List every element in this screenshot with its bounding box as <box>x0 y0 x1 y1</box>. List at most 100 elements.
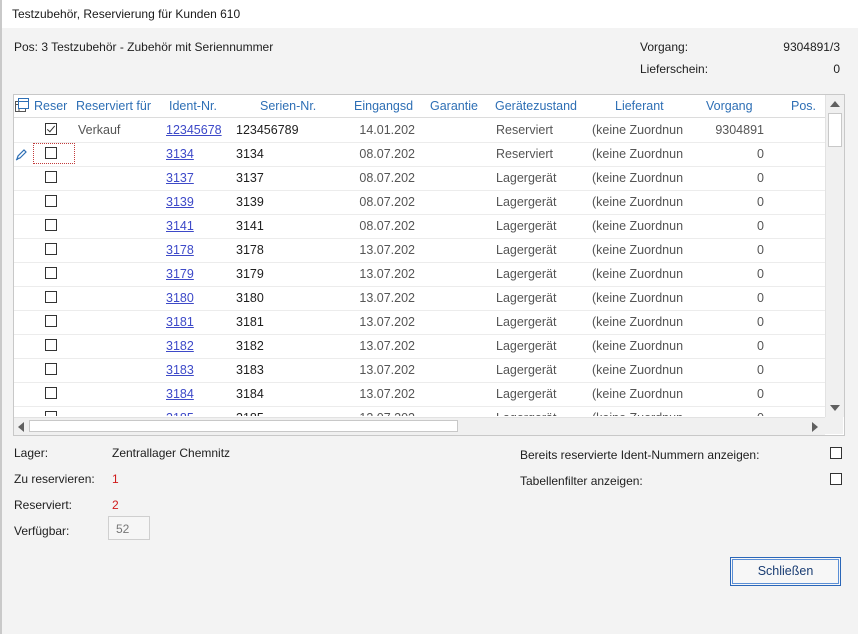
horizontal-scrollbar[interactable] <box>14 417 825 435</box>
lieferant-cell: (keine Zuordnun <box>592 123 684 137</box>
show-filter-label: Tabellenfilter anzeigen: <box>520 474 643 488</box>
col-header-garantie[interactable]: Garantie <box>430 99 478 113</box>
ident-nr-link[interactable]: 3178 <box>166 243 246 257</box>
show-filter-checkbox[interactable] <box>830 473 842 485</box>
serien-nr-cell: 3178 <box>236 243 264 257</box>
col-header-lieferant[interactable]: Lieferant <box>615 99 664 113</box>
serial-number-grid[interactable]: Reser Reserviert für Ident-Nr. Serien-Nr… <box>13 94 845 436</box>
scroll-right-icon[interactable] <box>812 422 818 432</box>
reserve-checkbox[interactable] <box>45 339 57 351</box>
vorgang-label: Vorgang: <box>640 40 689 54</box>
eingangsdatum-cell: 13.07.202 <box>359 363 415 377</box>
vorgang-cell: 0 <box>757 339 764 353</box>
vorgang-cell: 0 <box>757 219 764 233</box>
geraetezustand-cell: Lagergerät <box>496 243 557 257</box>
lieferant-cell: (keine Zuordnun <box>592 219 684 233</box>
ident-nr-link[interactable]: 3134 <box>166 147 246 161</box>
zu-reservieren-value: 1 <box>112 472 119 486</box>
ident-nr-link[interactable]: 3179 <box>166 267 246 281</box>
vorgang-cell: 0 <box>757 171 764 185</box>
ident-nr-link[interactable]: 3182 <box>166 339 246 353</box>
eingangsdatum-cell: 14.01.202 <box>359 123 415 137</box>
serien-nr-cell: 3181 <box>236 315 264 329</box>
geraetezustand-cell: Lagergerät <box>496 315 557 329</box>
scroll-down-icon[interactable] <box>830 405 840 411</box>
zu-reservieren-label: Zu reservieren: <box>14 472 95 486</box>
table-row[interactable]: 3139 3139 08.07.202 Lagergerät (keine Zuordn… <box>14 190 825 215</box>
ident-nr-link[interactable]: 12345678 <box>166 123 246 137</box>
lager-value: Zentrallager Chemnitz <box>112 446 231 460</box>
col-header-pos[interactable]: Pos. <box>791 99 816 113</box>
reserviert-value: 2 <box>112 498 119 512</box>
reserve-checkbox[interactable] <box>45 123 57 135</box>
geraetezustand-cell: Lagergerät <box>496 195 557 209</box>
close-button[interactable]: Schließen <box>730 557 841 586</box>
table-row[interactable]: 3141 3141 08.07.202 Lagergerät (keine Zuordn… <box>14 214 825 239</box>
reserve-checkbox[interactable] <box>45 291 57 303</box>
col-header-reserviert-fuer[interactable]: Reserviert für <box>76 99 151 113</box>
table-row[interactable]: 3183 3183 13.07.202 Lagergerät (keine Zuordn… <box>14 358 825 383</box>
serien-nr-cell: 3141 <box>236 219 264 233</box>
col-header-ident-nr[interactable]: Ident-Nr. <box>169 99 217 113</box>
table-row[interactable]: 3184 3184 13.07.202 Lagergerät (keine Zuordn… <box>14 382 825 407</box>
reserve-checkbox[interactable] <box>45 147 57 159</box>
ident-nr-link[interactable]: 3185 <box>166 411 246 416</box>
reserve-checkbox[interactable] <box>45 267 57 279</box>
table-row[interactable]: 3137 3137 08.07.202 Lagergerät (keine Zuordn… <box>14 166 825 191</box>
geraetezustand-cell: Lagergerät <box>496 411 588 416</box>
table-row[interactable]: 3180 3180 13.07.202 Lagergerät (keine Zuordn… <box>14 286 825 311</box>
vertical-scroll-thumb[interactable] <box>828 113 842 147</box>
reserve-checkbox[interactable] <box>45 363 57 375</box>
table-row[interactable]: 3134 3134 08.07.202 Reserviert (keine Zuordn… <box>14 142 825 167</box>
eingangsdatum-cell: 08.07.202 <box>359 195 415 209</box>
show-reserved-label: Bereits reservierte Ident-Nummern anzeig… <box>520 448 760 462</box>
scroll-up-icon[interactable] <box>830 101 840 107</box>
col-header-serien-nr[interactable]: Serien-Nr. <box>260 99 316 113</box>
reserve-checkbox[interactable] <box>45 243 57 255</box>
reserve-checkbox[interactable] <box>45 195 57 207</box>
geraetezustand-cell: Lagergerät <box>496 339 557 353</box>
ident-nr-link[interactable]: 3183 <box>166 363 246 377</box>
col-header-eingangsdatum[interactable]: Eingangsd <box>354 99 413 113</box>
reserve-checkbox[interactable] <box>45 387 57 399</box>
window-title: Testzubehör, Reservierung für Kunden 610 <box>12 7 241 21</box>
grid-header: Reser Reserviert für Ident-Nr. Serien-Nr… <box>14 95 825 118</box>
col-header-reser[interactable]: Reser <box>34 99 67 113</box>
scroll-left-icon[interactable] <box>18 422 24 432</box>
lieferant-cell: (keine Zuordnun <box>592 243 684 257</box>
table-row[interactable]: 31853185 13.07.202 Lagergerät (keine Zuordn… <box>14 406 825 416</box>
eingangsdatum-cell: 13.07.202 <box>359 315 415 329</box>
table-row[interactable]: 3178 3178 13.07.202 Lagergerät (keine Zuordn… <box>14 238 825 263</box>
ident-nr-link[interactable]: 3180 <box>166 291 246 305</box>
table-row[interactable]: 3181 3181 13.07.202 Lagergerät (keine Zuordn… <box>14 310 825 335</box>
reserve-checkbox[interactable] <box>45 315 57 327</box>
ident-nr-link[interactable]: 3139 <box>166 195 246 209</box>
ident-nr-link[interactable]: 3184 <box>166 387 246 401</box>
table-row[interactable]: 3182 3182 13.07.202 Lagergerät (keine Zuordn… <box>14 334 825 359</box>
horizontal-scroll-thumb[interactable] <box>29 420 458 432</box>
reserve-checkbox[interactable] <box>45 171 57 183</box>
reserviert-fuer-cell: Verkauf <box>78 123 121 137</box>
eingangsdatum-cell: 13.07.202 <box>359 339 415 353</box>
ident-nr-link[interactable]: 3181 <box>166 315 246 329</box>
serien-nr-cell: 123456789 <box>236 123 299 137</box>
table-row[interactable]: 3179 3179 13.07.202 Lagergerät (keine Zuordn… <box>14 262 825 287</box>
eingangsdatum-cell: 13.07.202 <box>359 387 415 401</box>
ident-nr-link[interactable]: 3137 <box>166 171 246 185</box>
vorgang-cell: 0 <box>757 387 764 401</box>
reserve-checkbox[interactable] <box>45 411 57 416</box>
ident-nr-link[interactable]: 3141 <box>166 219 246 233</box>
geraetezustand-cell: Lagergerät <box>496 267 557 281</box>
vertical-scrollbar[interactable] <box>825 95 844 417</box>
column-chooser-icon[interactable] <box>15 98 29 112</box>
reserve-checkbox[interactable] <box>45 219 57 231</box>
serien-nr-cell: 3139 <box>236 195 264 209</box>
serien-nr-cell: 3137 <box>236 171 264 185</box>
col-header-geraetezustand[interactable]: Gerätezustand <box>495 99 577 113</box>
geraetezustand-cell: Lagergerät <box>496 387 557 401</box>
lieferant-cell: (keine Zuordnun <box>592 171 684 185</box>
lieferschein-label: Lieferschein: <box>640 62 709 76</box>
show-reserved-checkbox[interactable] <box>830 447 842 459</box>
col-header-vorgang[interactable]: Vorgang <box>706 99 753 113</box>
table-row[interactable]: Verkauf 12345678 123456789 14.01.202 Reservi… <box>14 118 825 143</box>
